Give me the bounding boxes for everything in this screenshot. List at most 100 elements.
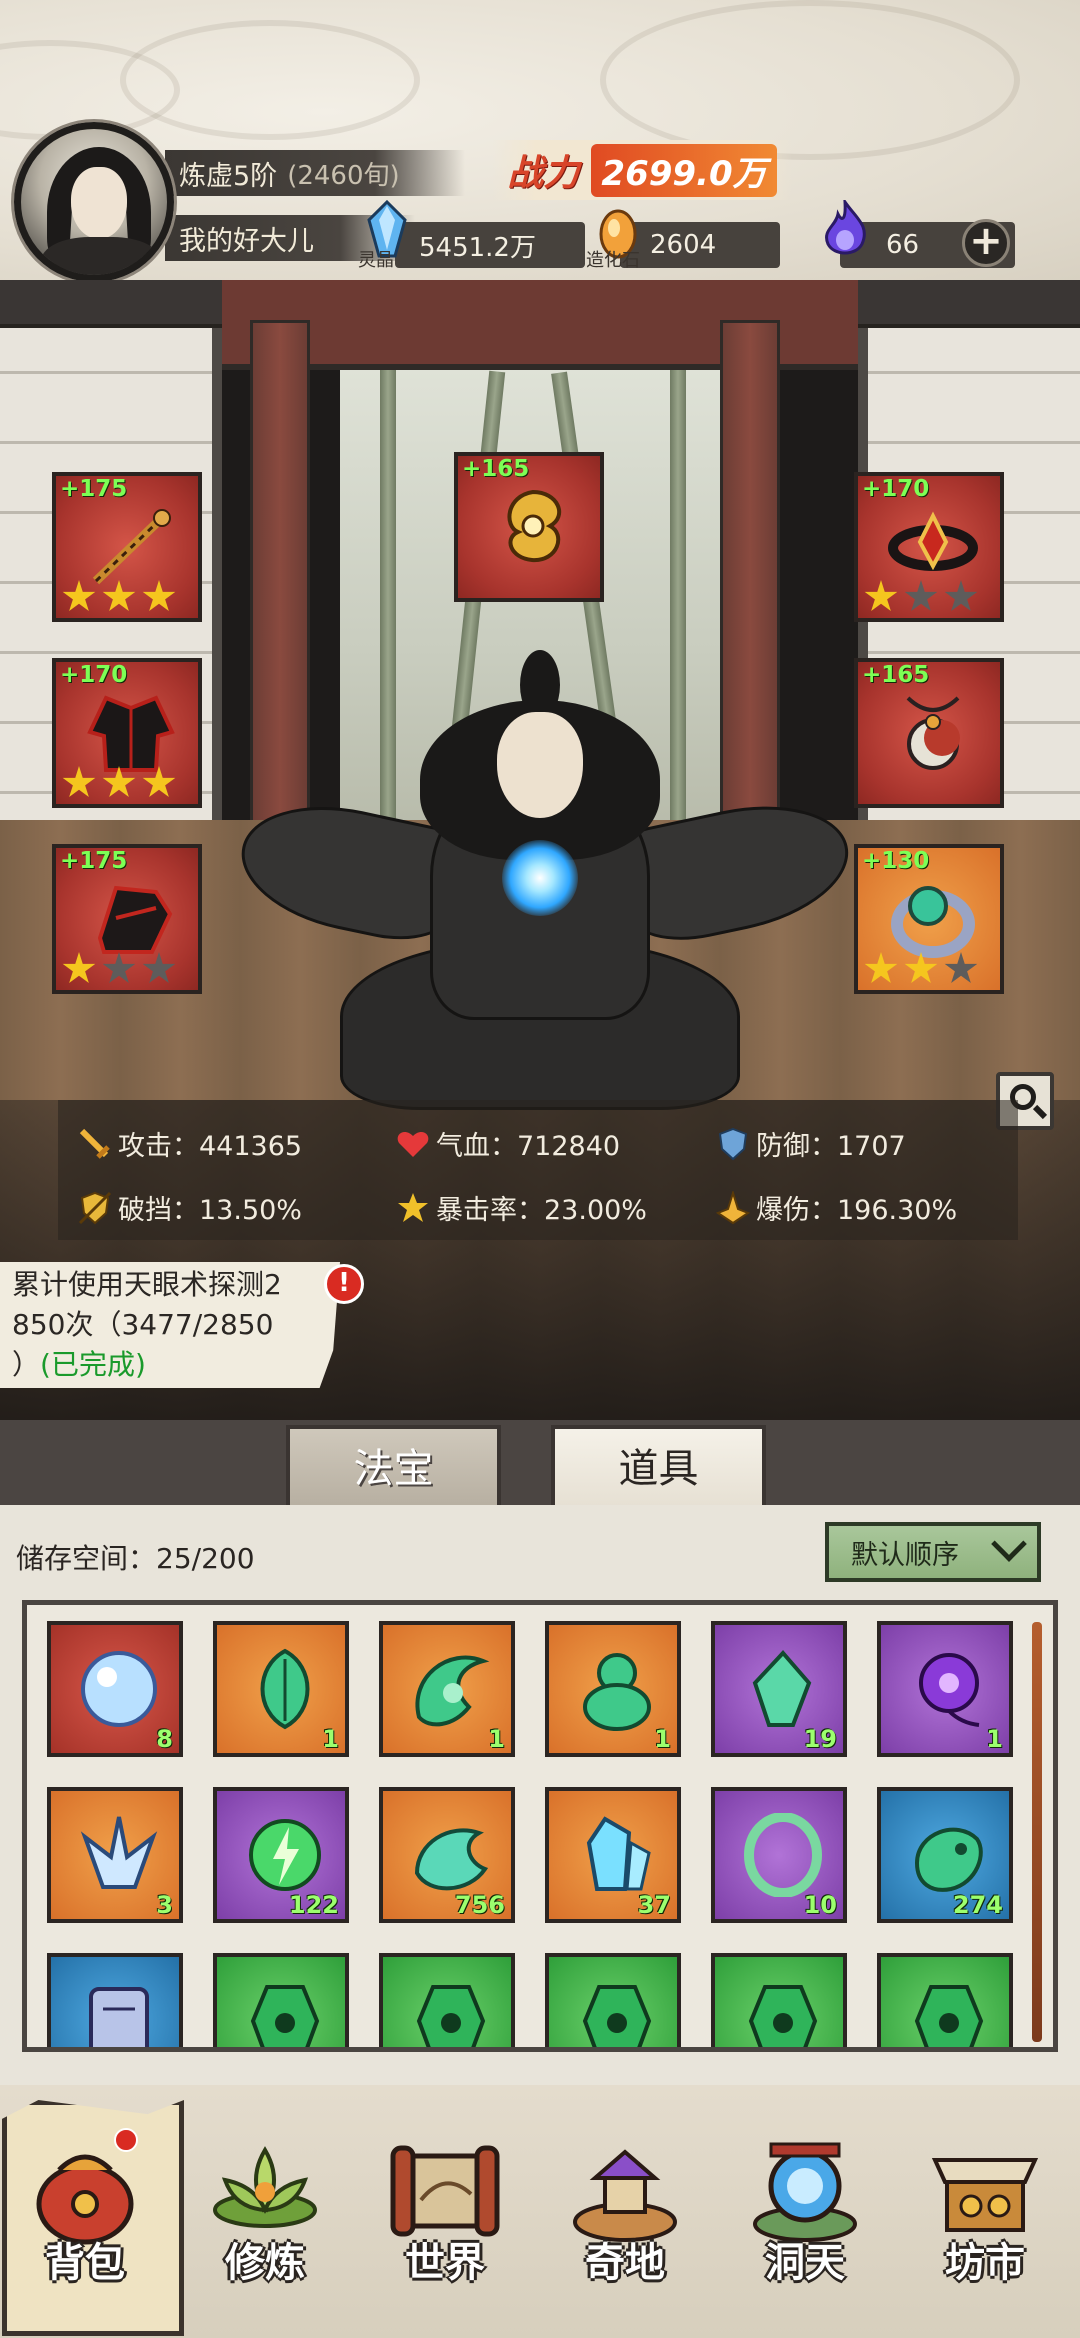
equip-slot-amulet[interactable]: +165 <box>454 452 604 602</box>
avatar[interactable] <box>14 122 174 282</box>
inventory-slot[interactable]: 1 <box>545 1621 681 1757</box>
nav-secret-land[interactable]: 奇地 <box>540 2100 710 2330</box>
quest-line: ） <box>12 1348 41 1381</box>
jade-ring-equip-icon <box>891 886 975 958</box>
equip-slot-headband[interactable]: +170 <box>854 472 1004 622</box>
crit-burst-icon <box>398 1192 428 1222</box>
equip-slot-pendant[interactable]: +165 <box>854 658 1004 808</box>
pierce-shield-icon <box>78 1191 112 1224</box>
star-rating <box>864 580 978 614</box>
sort-label: 默认顺序 <box>851 1539 959 1571</box>
inventory-slot[interactable]: 37 <box>545 1787 681 1923</box>
star-rating <box>62 766 176 800</box>
combat-power: 战力 2699.0万 <box>492 140 792 200</box>
stat-hp: 气血：712840 <box>396 1124 620 1163</box>
nav-world[interactable]: 世界 <box>360 2100 530 2330</box>
item-count: 37 <box>637 1891 671 1919</box>
inventory-slot[interactable]: 274 <box>877 1787 1013 1923</box>
jade-gourd-icon <box>583 1653 651 1731</box>
item-count: 19 <box>803 1725 837 1753</box>
nav-label: 背包 <box>45 2240 125 2286</box>
item-grid[interactable]: 8 1 1 1 19 1 3 122 756 37 10 274 <box>22 1600 1058 2052</box>
inventory-slot[interactable]: 756 <box>379 1787 515 1923</box>
nav-label: 奇地 <box>585 2240 665 2286</box>
inventory-slot[interactable]: 3 <box>47 1787 183 1923</box>
scroll-icon <box>89 1987 149 2047</box>
rune-gem-icon <box>748 1985 818 2047</box>
star-rating <box>864 952 978 986</box>
shield-icon <box>718 1127 748 1160</box>
jade-beast-icon <box>914 1827 983 1892</box>
quest-line: 850次（3477/2850 <box>12 1308 274 1341</box>
inventory-slot[interactable] <box>379 1953 515 2047</box>
sort-order-dropdown[interactable]: 默认顺序 <box>825 1522 1041 1582</box>
nav-cultivate[interactable]: 修炼 <box>180 2100 350 2330</box>
equip-slot-boots[interactable]: +175 <box>52 844 202 994</box>
inventory-slot[interactable]: 19 <box>711 1621 847 1757</box>
nav-label: 世界 <box>405 2240 485 2286</box>
inventory-slot[interactable] <box>47 1953 183 2047</box>
item-count: 122 <box>288 1891 339 1919</box>
jade-swirl-icon <box>415 1655 490 1727</box>
inventory-slot[interactable]: 8 <box>47 1621 183 1757</box>
equip-slot-armor[interactable]: +170 <box>52 658 202 808</box>
item-count: 1 <box>322 1725 339 1753</box>
jade-ring-icon <box>744 1813 822 1897</box>
jade-cloud-icon <box>414 1828 489 1891</box>
nav-cave-heaven[interactable]: 洞天 <box>720 2100 890 2330</box>
nav-market[interactable]: 坊市 <box>900 2100 1070 2330</box>
inventory-slot[interactable]: 1 <box>213 1621 349 1757</box>
tab-daoju[interactable]: 道具 <box>551 1425 766 1507</box>
quest-text[interactable]: 累计使用天眼术探测2 850次（3477/2850 ）(已完成) <box>12 1265 332 1385</box>
alert-badge-icon: ! <box>324 1264 364 1304</box>
nickname: 我的好大儿 <box>179 225 314 257</box>
purple-flame-icon <box>825 200 866 255</box>
power-value: 2699.0万 <box>591 143 777 197</box>
headband-icon <box>888 511 978 571</box>
equip-slot-weapon[interactable]: +175 <box>52 472 202 622</box>
crescent-pendant-icon <box>906 696 960 770</box>
stat-crit-damage: 爆伤：196.30% <box>716 1188 957 1227</box>
equip-bonus: +170 <box>60 662 128 688</box>
tab-bar <box>0 1420 1080 1510</box>
inventory-slot[interactable] <box>545 1953 681 2047</box>
add-resource-button[interactable]: + <box>962 219 1010 267</box>
equip-slot-ring[interactable]: +130 <box>854 844 1004 994</box>
realm-duration: (2460旬) <box>287 160 400 191</box>
heart-icon <box>397 1131 429 1157</box>
inventory-slot[interactable]: 122 <box>213 1787 349 1923</box>
rune-gem-icon <box>914 1985 984 2047</box>
quest-status: (已完成) <box>40 1348 146 1381</box>
spirit-crystal-icon <box>586 1816 651 1891</box>
nav-bag[interactable]: 背包 <box>0 2100 184 2336</box>
item-count: 10 <box>803 1891 837 1919</box>
scrollbar[interactable] <box>1032 1622 1042 2042</box>
resource-value: 66 <box>886 230 920 260</box>
inventory-slot[interactable] <box>877 1953 1013 2047</box>
equip-bonus: +165 <box>462 456 530 482</box>
realm-text: 炼虚5阶 <box>179 160 278 192</box>
chevron-down-icon <box>991 1526 1027 1562</box>
inventory-slot[interactable]: 1 <box>379 1621 515 1757</box>
inventory-slot[interactable] <box>213 1953 349 2047</box>
green-crystal-icon <box>752 1650 812 1727</box>
rune-gem-icon <box>582 1985 652 2047</box>
inventory-slot[interactable]: 10 <box>711 1787 847 1923</box>
equip-bonus: +175 <box>60 476 128 502</box>
resource-caption: 灵晶 <box>358 250 394 271</box>
jade-leaf-icon <box>260 1648 310 1730</box>
sword-icon <box>92 509 171 585</box>
notification-dot <box>114 2128 138 2152</box>
nav-label: 修炼 <box>225 2240 305 2286</box>
stat-defense: 防御：1707 <box>716 1124 906 1163</box>
storage-capacity: 储存空间：25/200 <box>16 1542 255 1575</box>
inventory-slot[interactable]: 1 <box>877 1621 1013 1757</box>
resource-lingjing: 5451.2万 <box>395 222 585 268</box>
inventory-slot[interactable] <box>711 1953 847 2047</box>
item-count: 1 <box>488 1725 505 1753</box>
resource-caption: 造化石 <box>586 250 640 271</box>
robe-armor-icon <box>87 695 175 772</box>
item-count: 1 <box>654 1725 671 1753</box>
equip-bonus: +170 <box>862 476 930 502</box>
tab-fabao[interactable]: 法宝 <box>286 1425 501 1507</box>
